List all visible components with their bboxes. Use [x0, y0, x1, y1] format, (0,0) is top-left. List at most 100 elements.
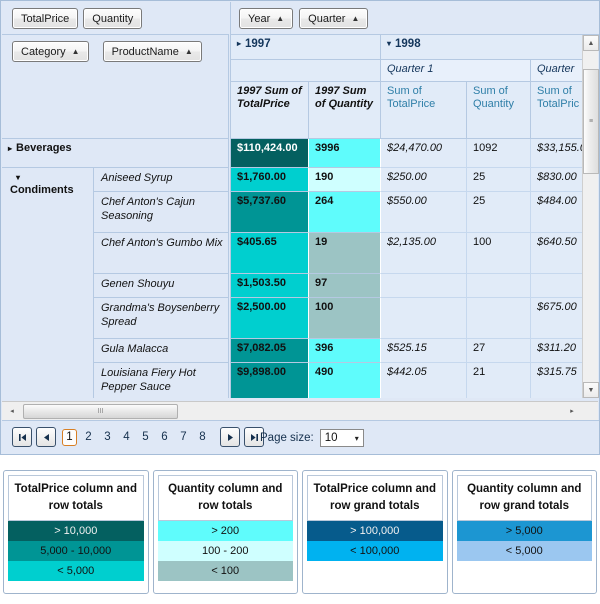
data-cell-price-detail[interactable]: $550.00 [381, 192, 467, 233]
page-number-4[interactable]: 4 [119, 429, 134, 446]
column-header-q1-sum-totalprice[interactable]: Sum of TotalPrice [381, 82, 467, 139]
vertical-scrollbar[interactable]: ▲ ≡ ▼ [582, 35, 599, 398]
column-header-year-1998[interactable]: ▾ 1998 [381, 35, 583, 60]
sort-ascending-icon[interactable]: ▲ [276, 14, 284, 23]
column-header-quarter-2[interactable]: Quarter [531, 60, 583, 82]
data-cell-price-total[interactable]: $9,898.00 [231, 363, 309, 398]
data-cell-quantity-total[interactable]: 100 [309, 298, 381, 339]
column-header-1997-sum-totalprice[interactable]: 1997 Sum of TotalPrice [231, 82, 309, 139]
column-header-1997-sum-quantity[interactable]: 1997 Sum of Quantity [309, 82, 381, 139]
data-cell-quantity-total[interactable]: 396 [309, 339, 381, 363]
data-cell-price-total[interactable]: $5,737.60 [231, 192, 309, 233]
collapse-icon[interactable]: ▾ [387, 39, 391, 48]
data-cell-quantity-total[interactable]: 19 [309, 233, 381, 274]
page-number-7[interactable]: 7 [176, 429, 191, 446]
column-field-chip-year[interactable]: Year ▲ [239, 8, 294, 29]
data-cell-price-total[interactable]: $2,500.00 [231, 298, 309, 339]
page-number-8[interactable]: 8 [195, 429, 210, 446]
expand-icon[interactable]: ▸ [8, 144, 12, 153]
data-cell-quantity-total[interactable]: 3996 [309, 139, 381, 168]
data-cell-quantity-total[interactable]: 490 [309, 363, 381, 398]
data-cell-price-detail[interactable] [531, 274, 583, 298]
scroll-right-icon[interactable]: ▸ [564, 403, 580, 419]
data-cell-price-detail[interactable]: $442.05 [381, 363, 467, 398]
data-cell-quantity-total[interactable]: 190 [309, 168, 381, 192]
row-field-chip-category[interactable]: Category ▲ [12, 41, 89, 62]
data-cell-price-detail[interactable]: $484.00 [531, 192, 583, 233]
column-field-chip-quarter[interactable]: Quarter ▲ [299, 8, 369, 29]
sort-ascending-icon[interactable]: ▲ [351, 14, 359, 23]
data-cell-quantity-detail[interactable]: 100 [467, 233, 531, 274]
measures-drop-zone[interactable]: TotalPrice Quantity [2, 2, 229, 35]
data-cell-price-detail[interactable]: $311.20 [531, 339, 583, 363]
first-page-button[interactable] [12, 427, 32, 447]
row-header-product[interactable]: Gula Malacca [94, 339, 228, 363]
column-fields-drop-zone[interactable]: Year ▲ Quarter ▲ [230, 2, 599, 35]
data-cell-price-total[interactable]: $7,082.05 [231, 339, 309, 363]
row-header-product[interactable]: Chef Anton's Gumbo Mix [94, 233, 228, 274]
scroll-up-icon[interactable]: ▲ [583, 35, 599, 51]
data-cell-quantity-detail[interactable]: 25 [467, 192, 531, 233]
row-fields-drop-zone[interactable]: Category ▲ ProductName ▲ [2, 35, 229, 139]
horizontal-scrollbar-thumb[interactable]: III [23, 404, 178, 419]
measure-chip-totalprice[interactable]: TotalPrice [12, 8, 79, 29]
data-cell-price-detail[interactable] [381, 274, 467, 298]
legend-swatch: > 5,000 [456, 521, 592, 541]
page-number-3[interactable]: 3 [100, 429, 115, 446]
collapse-icon[interactable]: ▾ [16, 173, 20, 182]
page-number-5[interactable]: 5 [138, 429, 153, 446]
row-header-product[interactable]: Grandma's Boysenberry Spread [94, 298, 228, 339]
data-cell-price-total[interactable]: $110,424.00 [231, 139, 309, 168]
scroll-left-icon[interactable]: ◂ [4, 403, 20, 419]
previous-page-button[interactable] [36, 427, 56, 447]
row-field-chip-productname[interactable]: ProductName ▲ [102, 41, 202, 62]
data-cell-price-detail[interactable]: $2,135.00 [381, 233, 467, 274]
data-cell-price-detail[interactable]: $640.50 [531, 233, 583, 274]
row-header-category-beverages-label: Beverages [16, 142, 72, 154]
next-page-button[interactable] [220, 427, 240, 447]
column-header-q1-sum-quantity[interactable]: Sum of Quantity [467, 82, 531, 139]
data-cell-quantity-detail[interactable] [467, 274, 531, 298]
data-cell-quantity-detail[interactable]: 1092 [467, 139, 531, 168]
sort-ascending-icon[interactable]: ▲ [185, 47, 193, 56]
data-cell-price-detail[interactable]: $525.15 [381, 339, 467, 363]
row-header-product[interactable]: Genen Shouyu [94, 274, 228, 298]
data-cell-quantity-detail[interactable] [467, 298, 531, 339]
measure-chip-quantity[interactable]: Quantity [83, 8, 143, 29]
data-cell-value: $5,737.60 [237, 195, 286, 207]
row-header-product[interactable]: Aniseed Syrup [94, 168, 228, 192]
row-header-product[interactable]: Chef Anton's Cajun Seasoning [94, 192, 228, 233]
page-number-2[interactable]: 2 [81, 429, 96, 446]
data-cell-price-total[interactable]: $405.65 [231, 233, 309, 274]
row-header-product[interactable]: Louisiana Fiery Hot Pepper Sauce [94, 363, 228, 398]
column-header-quarter-1[interactable]: Quarter 1 [381, 60, 531, 82]
data-cell-price-detail[interactable]: $33,155.0 [531, 139, 583, 168]
data-cell-price-total[interactable]: $1,760.00 [231, 168, 309, 192]
sort-ascending-icon[interactable]: ▲ [72, 47, 80, 56]
column-header-q2-sum-totalprice[interactable]: Sum of TotalPric [531, 82, 583, 139]
page-number-6[interactable]: 6 [157, 429, 172, 446]
data-cell-quantity-total[interactable]: 97 [309, 274, 381, 298]
data-cell-quantity-detail[interactable]: 25 [467, 168, 531, 192]
chevron-down-icon[interactable]: ▾ [355, 434, 359, 443]
scroll-down-icon[interactable]: ▼ [583, 382, 599, 398]
row-header-category-beverages[interactable]: ▸ Beverages [2, 139, 228, 168]
data-cell-price-detail[interactable]: $250.00 [381, 168, 467, 192]
data-cell-price-detail[interactable]: $675.00 [531, 298, 583, 339]
data-cell-price-total[interactable]: $1,503.50 [231, 274, 309, 298]
data-cell-price-detail[interactable]: $315.75 [531, 363, 583, 398]
horizontal-scrollbar[interactable]: ◂ III ▸ [2, 401, 582, 420]
page-number-1[interactable]: 1 [62, 428, 77, 446]
data-cell-quantity-total[interactable]: 264 [309, 192, 381, 233]
row-header-category-condiments[interactable]: ▾ Condiments [2, 168, 94, 398]
vertical-scrollbar-thumb[interactable]: ≡ [583, 69, 599, 174]
data-cell-price-detail[interactable]: $830.00 [531, 168, 583, 192]
data-cell-value: $250.00 [387, 171, 427, 183]
data-cell-quantity-detail[interactable]: 27 [467, 339, 531, 363]
page-size-select[interactable]: 10 ▾ [319, 429, 364, 447]
data-cell-price-detail[interactable]: $24,470.00 [381, 139, 467, 168]
data-cell-quantity-detail[interactable]: 21 [467, 363, 531, 398]
expand-collapse-icon[interactable]: ▸ [237, 39, 241, 48]
data-cell-price-detail[interactable] [381, 298, 467, 339]
column-header-year-1997[interactable]: ▸ 1997 [231, 35, 381, 60]
